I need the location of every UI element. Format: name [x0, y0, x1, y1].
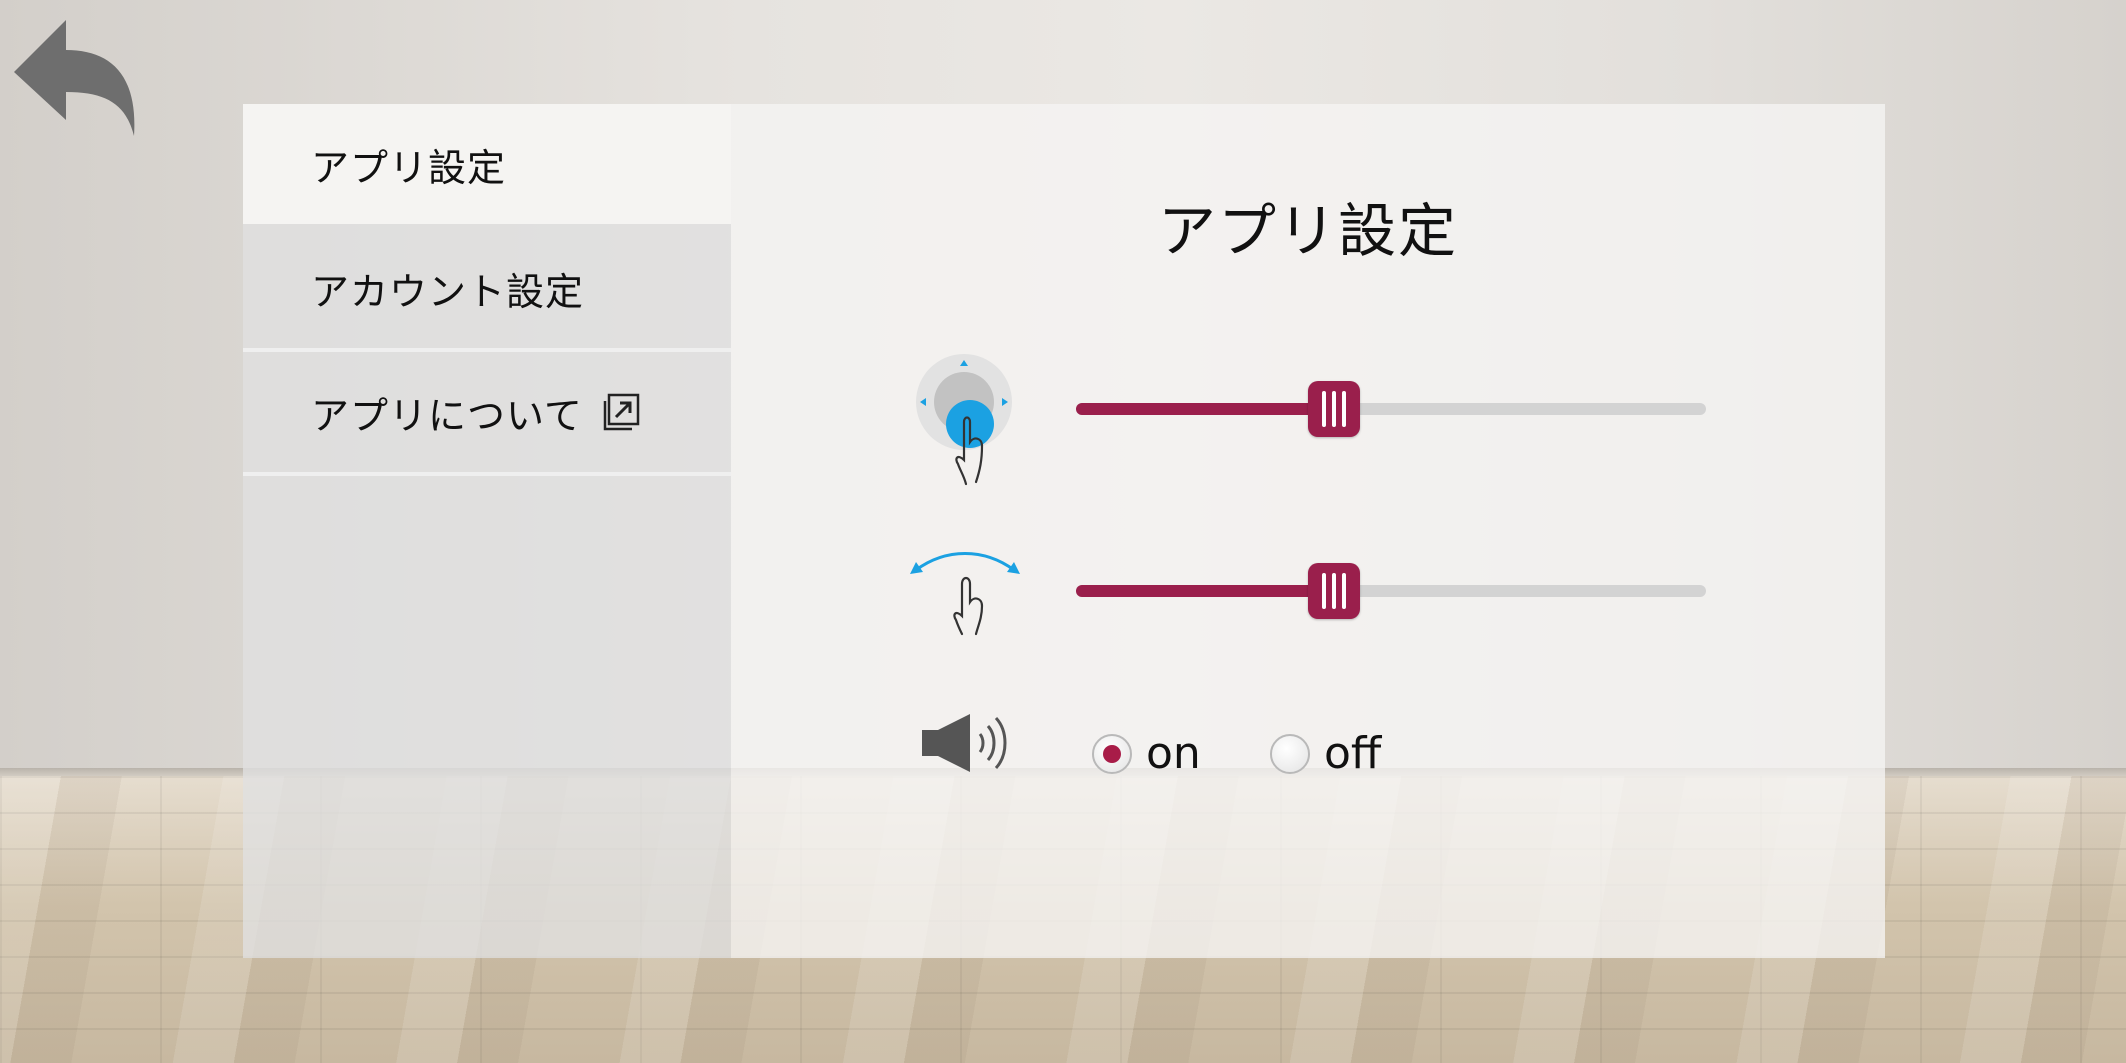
nav-item-label: アカウント設定 [311, 269, 585, 314]
nav-item-app-settings[interactable]: アプリ設定 [243, 104, 731, 224]
radio-button[interactable] [1270, 733, 1310, 774]
content-area: アプリ設定 [731, 104, 1885, 958]
page-title: アプリ設定 [1157, 197, 1458, 265]
swipe-sensitivity-slider[interactable] [1076, 563, 1706, 619]
nav-item-label: アプリ設定 [311, 145, 507, 190]
slider-thumb[interactable] [1308, 381, 1361, 437]
slider-thumb[interactable] [1308, 563, 1361, 619]
sound-off-radio[interactable]: off [1270, 728, 1381, 779]
external-link-icon [603, 393, 640, 431]
radio-button[interactable] [1092, 733, 1132, 774]
radio-label: on [1146, 728, 1201, 779]
nav-item-account-settings[interactable]: アカウント設定 [243, 228, 731, 352]
slider-fill [1076, 585, 1335, 597]
radio-label: off [1324, 728, 1382, 779]
radio-selected-dot [1103, 744, 1121, 763]
settings-panel: アプリ設定 アカウント設定 アプリについて アプリ設定 [243, 104, 1885, 958]
back-button[interactable] [10, 12, 140, 142]
sidebar: アプリ設定 アカウント設定 アプリについて [243, 104, 731, 958]
speaker-icon [922, 714, 1007, 772]
slider-fill [1076, 403, 1335, 415]
back-arrow-icon [14, 20, 135, 136]
joystick-sensitivity-slider[interactable] [1076, 381, 1706, 437]
joystick-drag-icon [916, 354, 1012, 486]
sound-on-radio[interactable]: on [1092, 728, 1201, 779]
nav-item-about-app[interactable]: アプリについて [243, 352, 731, 476]
nav-item-label: アプリについて [311, 393, 583, 438]
swipe-gesture-icon [910, 552, 1020, 636]
